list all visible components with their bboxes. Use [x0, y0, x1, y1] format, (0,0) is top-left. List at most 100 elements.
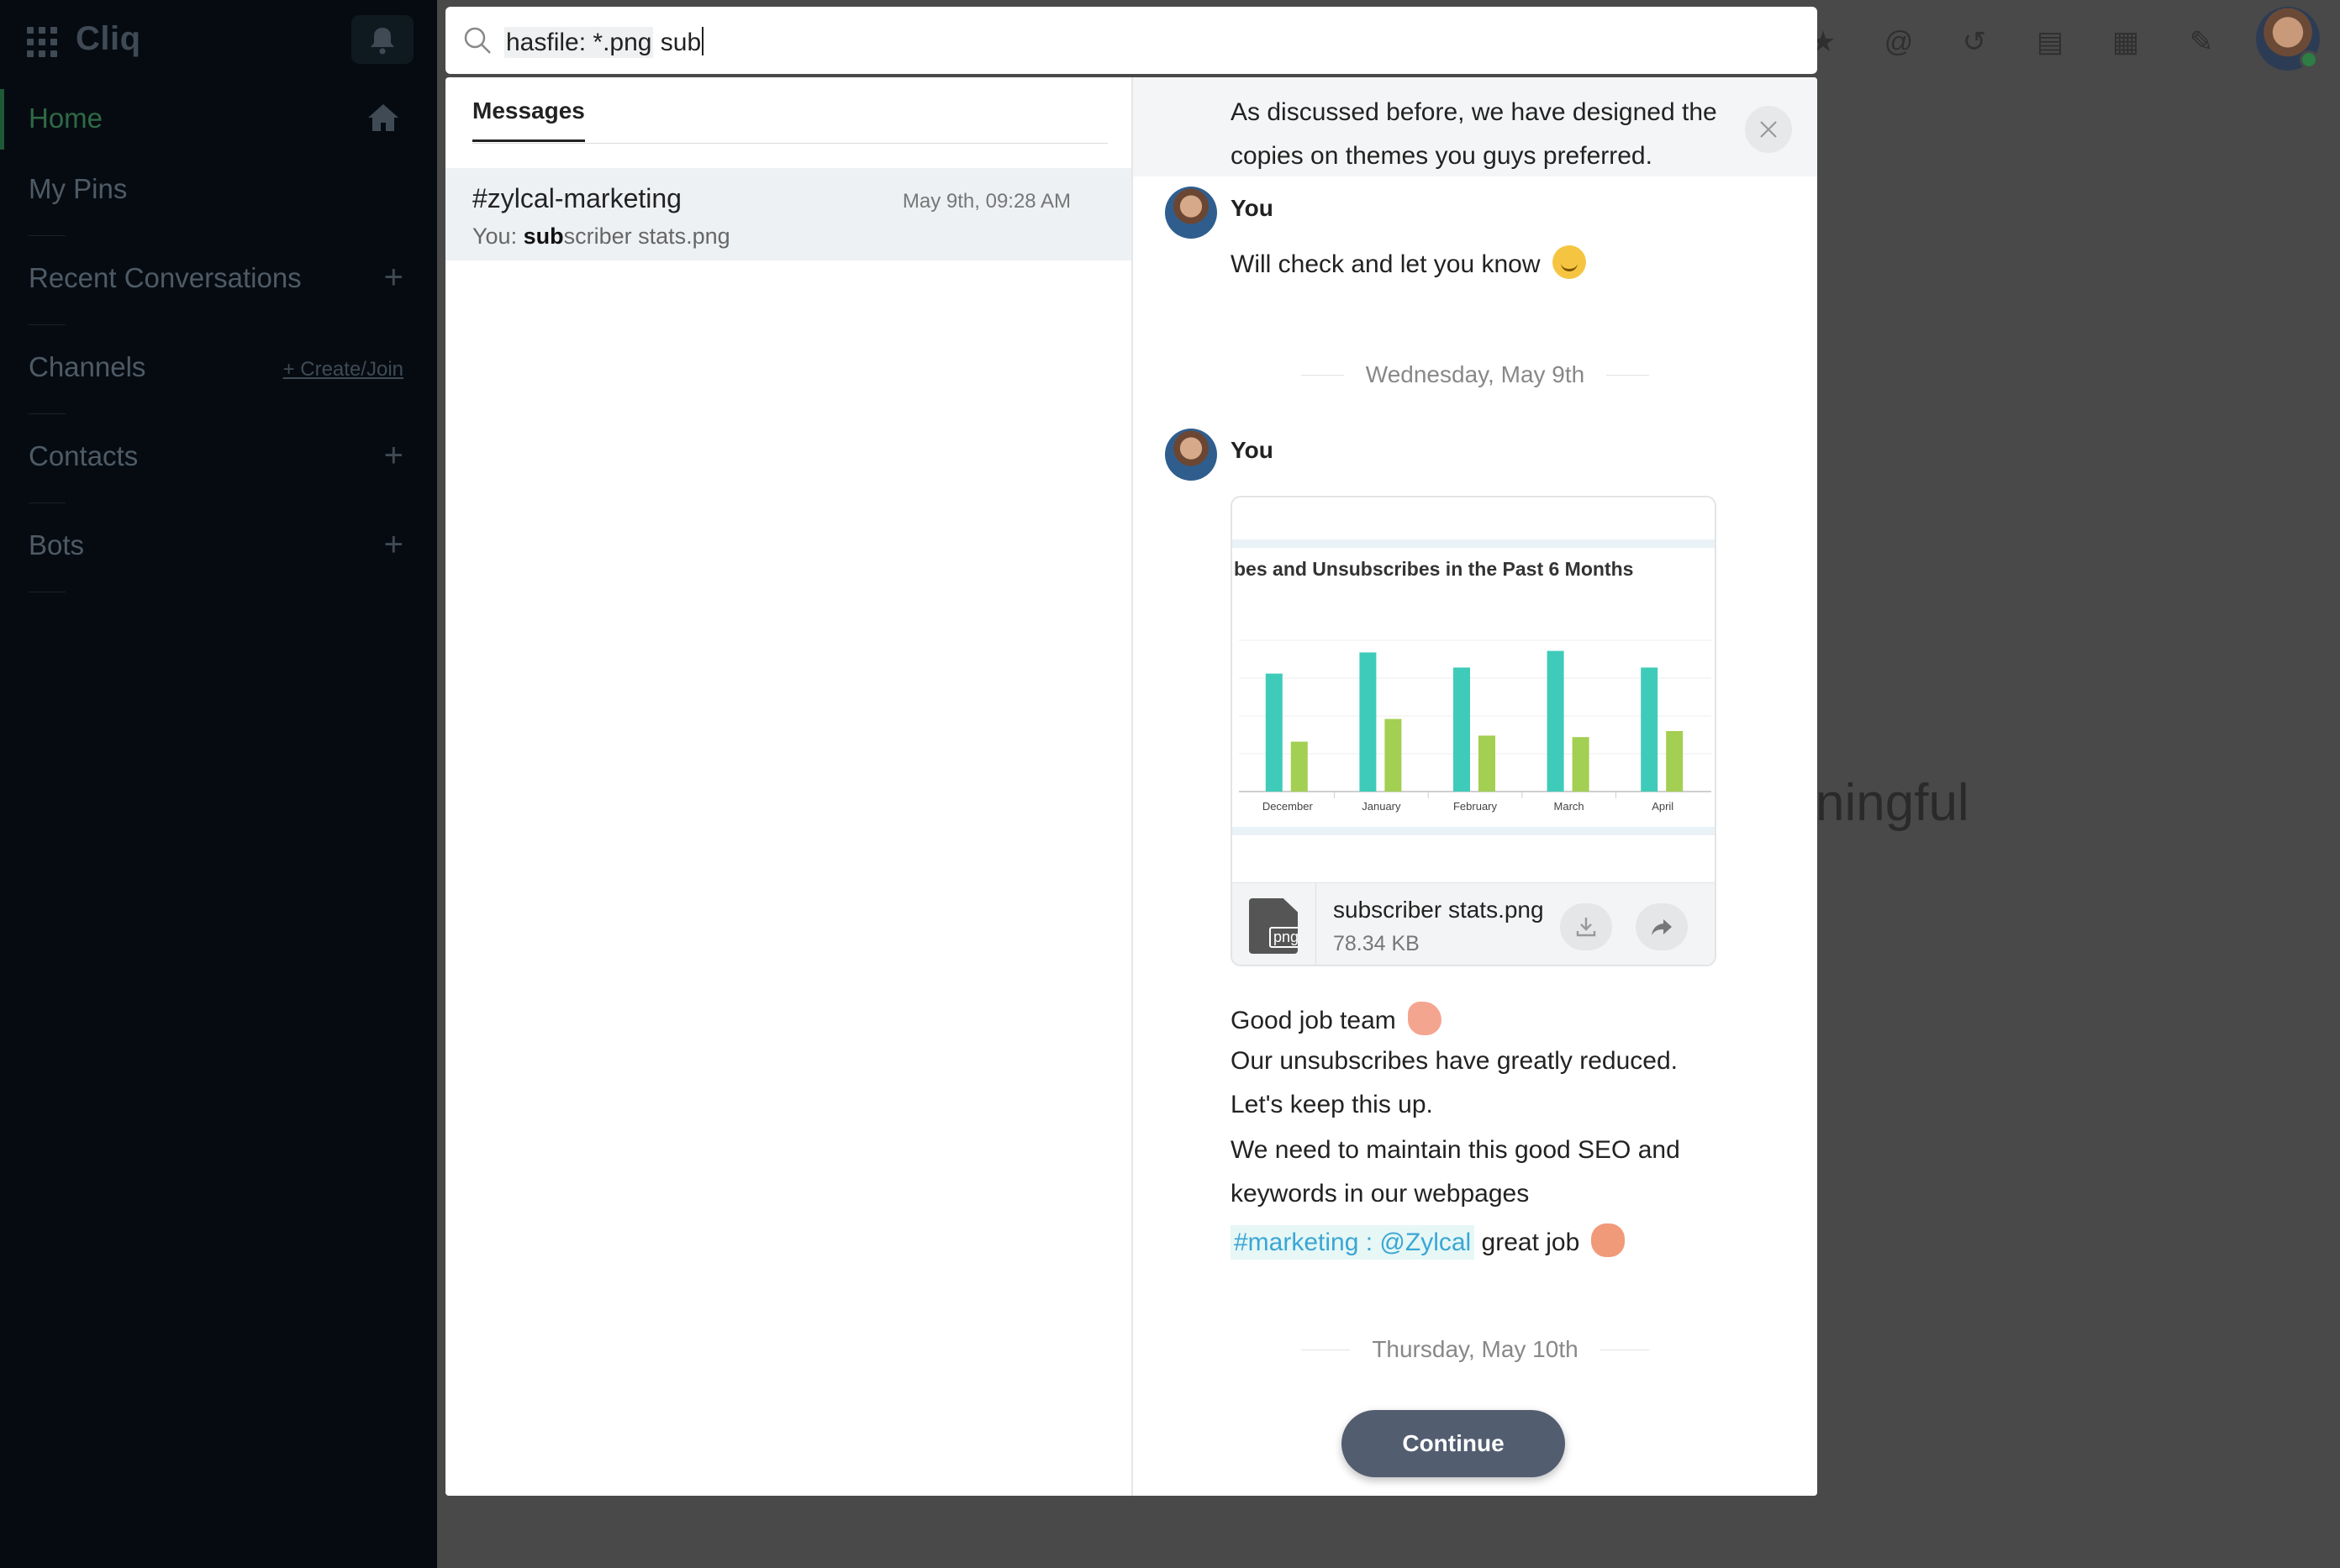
message-text: We need to maintain this good SEO and: [1231, 1136, 1680, 1164]
sidebar-item-channels[interactable]: Channels + Create/Join: [0, 333, 437, 403]
download-icon: [1576, 918, 1596, 937]
sidebar-item-home[interactable]: Home: [0, 84, 437, 155]
bar-chart: December January February March April: [1239, 639, 1711, 813]
tab-divider: [472, 143, 1108, 144]
chart-tick-label: January: [1362, 800, 1401, 813]
chart-tick-label: March: [1554, 800, 1584, 813]
snippet-rest: scriber stats.png: [563, 224, 730, 249]
top-toolbar: ★ @ ↺ ▤ ▦ ✎: [1807, 17, 2217, 67]
message-body: Will check and let you know: [1231, 250, 1541, 278]
png-file-icon: png: [1232, 883, 1316, 965]
attachment-thumbnail[interactable]: bes and Unsubscribes in the Past 6 Month…: [1232, 497, 1715, 882]
chart-bar: [1453, 667, 1470, 792]
share-button[interactable]: [1636, 903, 1688, 950]
message-text: Will check and let you know: [1231, 245, 1586, 279]
thumbnail-band: [1232, 539, 1715, 548]
pin-icon[interactable]: ✎: [2185, 26, 2217, 58]
create-join-link[interactable]: + Create/Join: [283, 358, 403, 381]
search-filter-token[interactable]: hasfile: *.png: [504, 27, 654, 58]
file-name[interactable]: subscriber stats.png: [1333, 897, 1544, 923]
message-sender[interactable]: You: [1231, 195, 1273, 222]
date-divider: Thursday, May 10th: [1133, 1336, 1817, 1363]
snippet-highlight: sub: [523, 224, 564, 249]
tab-messages[interactable]: Messages: [472, 97, 585, 142]
results-list: Messages #zylcal-marketing You: subscrib…: [445, 77, 1133, 1496]
sidebar-item-label: Recent Conversations: [29, 262, 302, 293]
apps-grid-icon[interactable]: [27, 27, 57, 57]
bell-icon: [371, 28, 394, 55]
search-input[interactable]: hasfile: *.png sub: [504, 27, 704, 58]
close-preview-button[interactable]: [1745, 106, 1792, 153]
sidebar-item-contacts[interactable]: Contacts +: [0, 422, 437, 492]
message-body: Good job team: [1231, 1007, 1396, 1034]
sidebar-header: Cliq: [0, 0, 437, 81]
notifications-button[interactable]: [351, 15, 414, 64]
thumbnail-band: [1232, 827, 1715, 835]
smile-emoji-icon: [1552, 245, 1586, 279]
message-text: Let's keep this up.: [1231, 1091, 1433, 1118]
divider: [29, 324, 66, 325]
context-message-text: As discussed before, we have designed th…: [1231, 98, 1717, 170]
search-bar[interactable]: hasfile: *.png sub: [445, 7, 1817, 74]
divider: [29, 235, 66, 236]
sidebar: Cliq Home My Pins Recent Conversations +…: [0, 0, 437, 1568]
message-text: keywords in our webpages: [1231, 1180, 1530, 1208]
sidebar-item-my-pins[interactable]: My Pins: [0, 155, 437, 225]
chart-bar: [1666, 731, 1684, 792]
clipboard-icon[interactable]: ▤: [2034, 26, 2066, 58]
avatar[interactable]: [1165, 187, 1217, 239]
result-date: May 9th, 09:28 AM: [902, 190, 1071, 213]
attachment-footer: png subscriber stats.png 78.34 KB: [1232, 882, 1715, 965]
avatar[interactable]: [1165, 429, 1217, 481]
chart-bar: [1641, 667, 1658, 792]
result-item[interactable]: #zylcal-marketing You: subscriber stats.…: [445, 168, 1131, 260]
divider: [29, 502, 66, 503]
chart-tick-label: February: [1453, 800, 1498, 813]
snippet-prefix: You:: [472, 224, 524, 249]
result-channel-name: #zylcal-marketing: [472, 183, 682, 213]
chart-title: bes and Unsubscribes in the Past 6 Month…: [1234, 558, 1634, 580]
chart-bar: [1359, 652, 1377, 792]
user-avatar[interactable]: [2256, 7, 2320, 71]
message-body: great job: [1481, 1229, 1580, 1256]
message-text: #marketing : @Zylcal great job: [1231, 1223, 1626, 1260]
sidebar-item-bots[interactable]: Bots +: [0, 511, 437, 581]
calendar-icon[interactable]: ▦: [2110, 26, 2142, 58]
text-caret: [702, 27, 704, 55]
sidebar-item-label: My Pins: [29, 173, 128, 204]
add-conversation-icon[interactable]: +: [384, 259, 403, 297]
divider: [29, 413, 66, 414]
date-divider-label: Wednesday, May 9th: [1343, 361, 1607, 387]
image-attachment[interactable]: bes and Unsubscribes in the Past 6 Month…: [1231, 496, 1716, 966]
message-text: Good job team: [1231, 1002, 1441, 1035]
add-contact-icon[interactable]: +: [384, 437, 403, 475]
mentions-icon[interactable]: @: [1883, 26, 1915, 58]
brand-logo[interactable]: Cliq: [76, 20, 141, 58]
chart-bar: [1572, 737, 1589, 792]
home-icon: [368, 104, 398, 131]
close-icon: [1760, 121, 1777, 138]
date-divider: Wednesday, May 9th: [1133, 361, 1817, 388]
sidebar-item-recent-conversations[interactable]: Recent Conversations +: [0, 244, 437, 314]
download-button[interactable]: [1560, 903, 1612, 950]
sidebar-item-label: Bots: [29, 529, 85, 560]
result-snippet: You: subscriber stats.png: [472, 224, 730, 250]
chart-bar: [1265, 673, 1283, 792]
file-size: 78.34 KB: [1333, 932, 1420, 955]
fist-bump-emoji-icon: [1591, 1223, 1626, 1257]
add-bot-icon[interactable]: +: [384, 526, 403, 564]
chart-tick-label: December: [1262, 800, 1314, 813]
chart-bar: [1547, 650, 1564, 792]
search-icon: [464, 27, 491, 54]
chart-bar: [1290, 741, 1308, 792]
sidebar-item-label: Contacts: [29, 440, 139, 471]
continue-button[interactable]: Continue: [1341, 1410, 1565, 1477]
preview-context-message: As discussed before, we have designed th…: [1133, 77, 1817, 176]
message-preview: As discussed before, we have designed th…: [1133, 77, 1817, 1496]
message-sender[interactable]: You: [1231, 437, 1273, 464]
sidebar-item-label: Home: [29, 103, 103, 134]
chart-bar: [1384, 718, 1402, 792]
history-icon[interactable]: ↺: [1958, 26, 1990, 58]
search-query-text: sub: [653, 29, 702, 56]
channel-mention-link[interactable]: #marketing : @Zylcal: [1231, 1225, 1475, 1260]
